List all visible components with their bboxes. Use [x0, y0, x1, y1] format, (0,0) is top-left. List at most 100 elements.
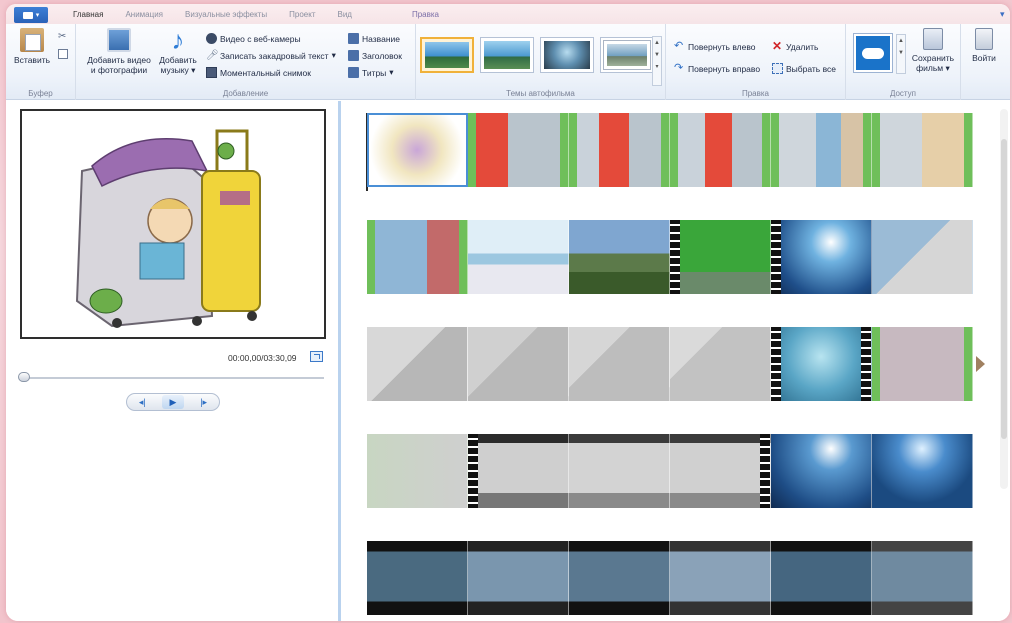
next-frame-button[interactable]: |▸ [193, 395, 215, 409]
theme-contemporary[interactable] [480, 37, 534, 73]
preview-pane: 00:00,00/03:30,09 ◂| ▶ |▸ [6, 101, 341, 621]
snapshot-icon [206, 67, 217, 78]
theme-cinematic[interactable] [540, 37, 594, 73]
tab-view[interactable]: Вид [327, 10, 363, 19]
record-narration-button[interactable]: 🎤︎ Записать закадровый текст ▾ [206, 50, 336, 61]
theme-thumbnail [544, 41, 590, 69]
clip-thumbnail[interactable] [468, 327, 569, 401]
previous-frame-button[interactable]: ◂| [131, 395, 153, 409]
clip-thumbnail[interactable] [670, 113, 771, 187]
select-all-label: Выбрать все [786, 63, 836, 74]
tab-project[interactable]: Проект [278, 10, 326, 19]
clip-thumbnail[interactable] [367, 327, 468, 401]
chevron-down-icon: ▾ [331, 50, 336, 60]
chevron-down-icon: ▾ [35, 12, 40, 19]
rotate-right-button[interactable]: ↷ Повернуть вправо [674, 63, 760, 74]
rotate-left-label: Повернуть влево [688, 41, 756, 52]
clip-thumbnail[interactable] [569, 434, 670, 508]
clip-thumbnail[interactable] [771, 434, 872, 508]
clip-thumbnail[interactable] [367, 541, 468, 615]
playback-controls: ◂| ▶ |▸ [126, 393, 220, 411]
clip-thumbnail[interactable] [872, 541, 973, 615]
signin-group: Войти [961, 24, 1006, 100]
narration-label: Записать закадровый текст [220, 50, 329, 61]
clip-thumbnail[interactable] [872, 327, 973, 401]
scrollbar-thumb[interactable] [1001, 139, 1007, 439]
select-all-button[interactable]: Выбрать все [772, 63, 836, 74]
tab-home[interactable]: Главная [62, 10, 114, 19]
clip-thumbnail[interactable] [670, 541, 771, 615]
clip-thumbnail[interactable] [872, 434, 973, 508]
paste-icon [20, 28, 44, 52]
help-icon[interactable]: ▾ [1000, 9, 1008, 19]
row-continue-arrow-icon [976, 356, 985, 372]
storyboard-scrollbar[interactable] [1000, 109, 1008, 489]
paste-button[interactable]: Вставить [12, 28, 52, 65]
clip-thumbnail[interactable] [569, 541, 670, 615]
rotate-left-button[interactable]: ↶ Повернуть влево [674, 41, 756, 52]
clip-thumbnail[interactable] [367, 220, 468, 294]
select-all-icon [772, 63, 783, 74]
clip-thumbnail[interactable] [468, 434, 569, 508]
snapshot-button[interactable]: Моментальный снимок [206, 67, 311, 78]
sign-in-button[interactable]: Войти [965, 28, 1003, 63]
sign-in-icon [975, 28, 993, 50]
clip-thumbnail[interactable] [771, 541, 872, 615]
clip-thumbnail[interactable] [569, 113, 670, 187]
clip-thumbnail[interactable] [670, 327, 771, 401]
storyboard-row [367, 113, 973, 187]
theme-fade[interactable] [600, 37, 654, 73]
add-videos-photos-button[interactable]: Добавить видео и фотографии [84, 28, 154, 75]
clip-thumbnail[interactable] [468, 113, 569, 187]
clip-thumbnail[interactable] [569, 220, 670, 294]
preview-monitor[interactable] [20, 109, 326, 339]
file-menu-button[interactable]: ▾ [14, 7, 48, 23]
add-music-button[interactable]: ♪ Добавить музыку ▾ [156, 27, 200, 75]
seek-thumb[interactable] [18, 372, 30, 382]
seek-bar[interactable] [20, 377, 324, 379]
clip-thumbnail[interactable] [468, 541, 569, 615]
clip-thumbnail[interactable] [468, 220, 569, 294]
webcam-video-button[interactable]: Видео с веб-камеры [206, 33, 301, 44]
clip-thumbnail[interactable] [771, 327, 872, 401]
copy-icon[interactable] [58, 49, 68, 59]
cloud-icon [862, 47, 884, 59]
storyboard[interactable] [344, 101, 1010, 621]
add-credits-button[interactable]: Титры ▾ [348, 67, 394, 78]
clip-thumbnail[interactable] [771, 113, 872, 187]
tab-edit[interactable]: Правка [401, 10, 450, 19]
previous-frame-icon: ◂| [138, 396, 146, 407]
fullscreen-icon[interactable] [310, 351, 323, 362]
clip-thumbnail[interactable] [367, 113, 468, 187]
clip-thumbnail[interactable] [569, 327, 670, 401]
storyboard-row [367, 541, 973, 615]
add-title-button[interactable]: Название [348, 33, 400, 44]
add-videos-label-1: Добавить видео [87, 55, 151, 65]
share-gallery-scroll[interactable]: ▲ ▼ [896, 34, 906, 74]
delete-button[interactable]: ✕ Удалить [772, 39, 819, 53]
clip-thumbnail[interactable] [872, 113, 973, 187]
theme-default[interactable] [420, 37, 474, 73]
onedrive-share-button[interactable] [854, 34, 892, 72]
delete-label: Удалить [786, 41, 819, 52]
preview-frame-image [22, 111, 324, 337]
filmstrip-icon [861, 327, 871, 401]
save-movie-button[interactable]: Сохранить фильм ▾ [908, 28, 958, 73]
add-caption-button[interactable]: Заголовок [348, 50, 402, 61]
play-button[interactable]: ▶ [161, 395, 184, 409]
tab-visual-effects[interactable]: Визуальные эффекты [174, 10, 278, 19]
title-icon [348, 33, 359, 44]
rotate-right-label: Повернуть вправо [688, 63, 761, 74]
editing-group-label: Правка [741, 89, 770, 98]
delete-icon: ✕ [772, 39, 783, 53]
clip-thumbnail[interactable] [771, 220, 872, 294]
snapshot-label: Моментальный снимок [220, 67, 311, 78]
clip-thumbnail[interactable] [670, 220, 771, 294]
clip-thumbnail[interactable] [367, 434, 468, 508]
clip-thumbnail[interactable] [872, 220, 973, 294]
filmstrip-icon [771, 327, 781, 401]
tab-animation[interactable]: Анимация [114, 10, 174, 19]
clip-thumbnail[interactable] [670, 434, 771, 508]
cut-icon[interactable]: ✂ [58, 32, 68, 42]
themes-gallery-scroll[interactable]: ▲ ▼ ▾ [652, 36, 662, 86]
